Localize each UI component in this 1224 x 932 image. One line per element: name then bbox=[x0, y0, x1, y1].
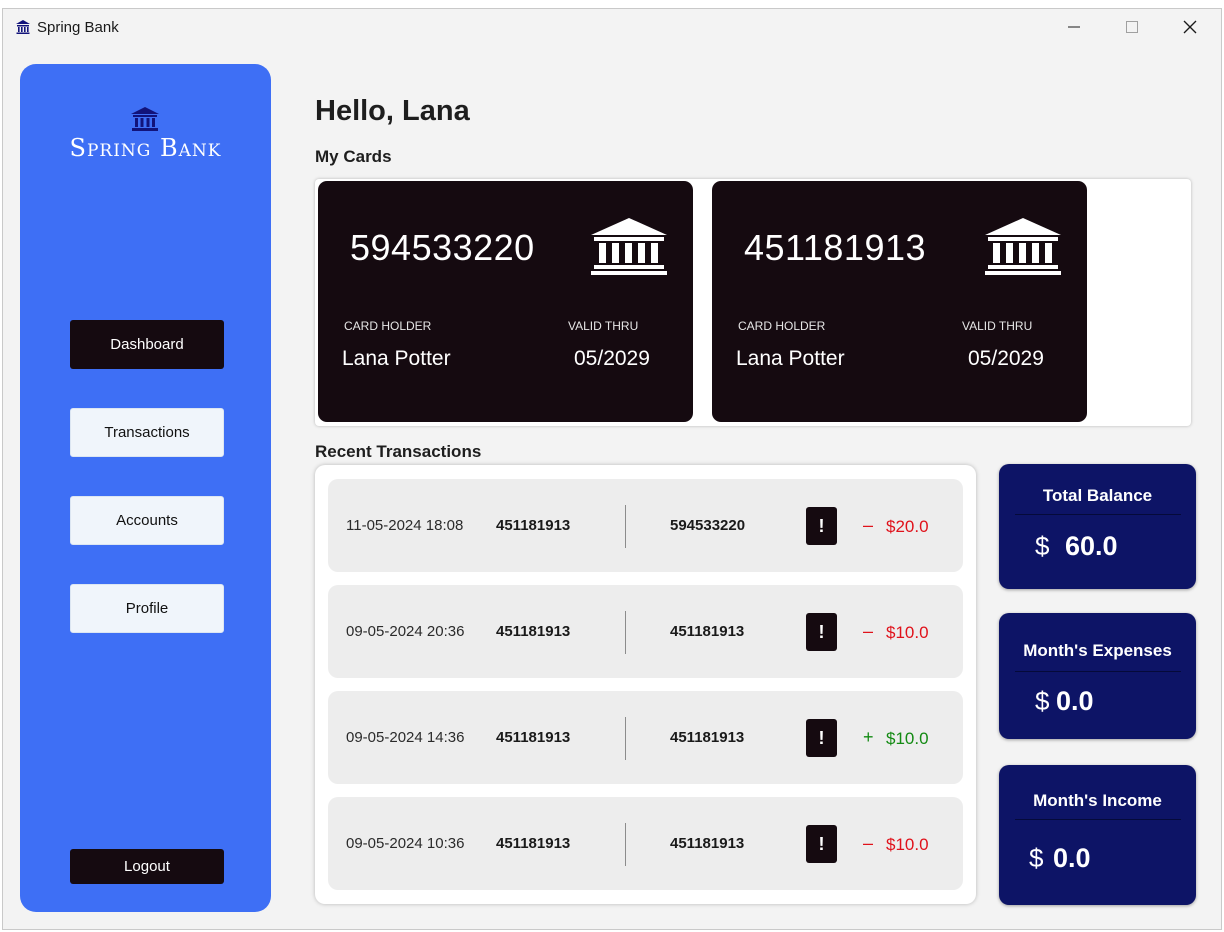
card-holder-name: Lana Potter bbox=[736, 347, 845, 370]
month-expenses-value: 0.0 bbox=[1056, 686, 1094, 716]
transaction-date: 09-05-2024 10:36 bbox=[346, 835, 465, 852]
bank-logo-icon bbox=[131, 107, 159, 131]
transaction-sign: + bbox=[863, 727, 874, 747]
transaction-row[interactable]: 09-05-2024 10:36 451181913 451181913 ! –… bbox=[328, 797, 963, 890]
transaction-alert-button[interactable]: ! bbox=[806, 825, 837, 863]
transaction-alert-button[interactable]: ! bbox=[806, 719, 837, 757]
sidebar: Spring Bank Dashboard Transactions Accou… bbox=[20, 64, 271, 912]
transaction-amount: $10.0 bbox=[886, 835, 929, 854]
nav-dashboard-button[interactable]: Dashboard bbox=[70, 320, 224, 369]
transaction-alert-button[interactable]: ! bbox=[806, 613, 837, 651]
card-holder-name: Lana Potter bbox=[342, 347, 451, 370]
close-button[interactable] bbox=[1161, 9, 1219, 45]
transaction-sign: – bbox=[863, 621, 874, 641]
transaction-from-account: 451181913 bbox=[496, 517, 571, 534]
divider bbox=[625, 717, 626, 760]
divider bbox=[1015, 671, 1181, 672]
minimize-icon bbox=[1068, 26, 1080, 28]
bank-icon bbox=[985, 218, 1061, 275]
maximize-button[interactable] bbox=[1103, 9, 1161, 45]
bank-card[interactable]: 451181913 CARD HOLDER VALID THRU Lana Po… bbox=[712, 181, 1087, 422]
divider bbox=[1015, 514, 1181, 515]
card-number: 594533220 bbox=[350, 227, 535, 268]
card-holder-label: CARD HOLDER bbox=[738, 319, 826, 333]
month-income-title: Month's Income bbox=[1033, 791, 1162, 810]
currency-symbol: $ bbox=[1035, 686, 1050, 716]
card-expiry: 05/2029 bbox=[968, 347, 1044, 370]
transaction-date: 09-05-2024 14:36 bbox=[346, 729, 465, 746]
transaction-row[interactable]: 11-05-2024 18:08 451181913 594533220 ! –… bbox=[328, 479, 963, 572]
divider bbox=[625, 611, 626, 654]
transactions-panel: 11-05-2024 18:08 451181913 594533220 ! –… bbox=[315, 465, 976, 904]
card-number: 451181913 bbox=[744, 227, 927, 268]
nav-accounts-button[interactable]: Accounts bbox=[70, 496, 224, 545]
divider bbox=[1015, 819, 1181, 820]
transaction-from-account: 451181913 bbox=[496, 729, 571, 746]
divider bbox=[625, 505, 626, 548]
nav-profile-button[interactable]: Profile bbox=[70, 584, 224, 633]
transaction-from-account: 451181913 bbox=[496, 835, 571, 852]
close-icon bbox=[1183, 20, 1197, 34]
transaction-amount: $10.0 bbox=[886, 729, 929, 748]
month-income-card: Month's Income $ 0.0 bbox=[999, 765, 1196, 905]
transaction-to-account: 451181913 bbox=[670, 835, 745, 852]
transaction-alert-button[interactable]: ! bbox=[806, 507, 837, 545]
app-window: Spring Bank Spring Bank Dashboard Transa… bbox=[2, 8, 1222, 930]
window-title: Spring Bank bbox=[37, 19, 119, 36]
transaction-sign: – bbox=[863, 833, 874, 853]
transaction-from-account: 451181913 bbox=[496, 623, 571, 640]
valid-thru-label: VALID THRU bbox=[962, 319, 1033, 333]
brand-logo-text: Spring Bank bbox=[69, 134, 222, 162]
card-holder-label: CARD HOLDER bbox=[344, 319, 432, 333]
transaction-amount: $10.0 bbox=[886, 623, 929, 642]
my-cards-heading: My Cards bbox=[315, 147, 392, 166]
greeting-heading: Hello, Lana bbox=[315, 95, 470, 127]
recent-transactions-heading: Recent Transactions bbox=[315, 442, 482, 461]
bank-icon bbox=[591, 218, 667, 275]
transaction-date: 11-05-2024 18:08 bbox=[346, 517, 464, 534]
card-expiry: 05/2029 bbox=[574, 347, 650, 370]
transaction-to-account: 594533220 bbox=[670, 517, 746, 534]
transaction-to-account: 451181913 bbox=[670, 623, 745, 640]
transaction-date: 09-05-2024 20:36 bbox=[346, 623, 465, 640]
currency-symbol: $ bbox=[1029, 843, 1044, 873]
month-expenses-card: Month's Expenses $ 0.0 bbox=[999, 613, 1196, 739]
minimize-button[interactable] bbox=[1045, 9, 1103, 45]
divider bbox=[625, 823, 626, 866]
cards-panel: 594533220 CARD HOLDER VALID THRU Lana Po… bbox=[315, 179, 1191, 426]
currency-symbol: $ bbox=[1035, 531, 1050, 561]
maximize-icon bbox=[1126, 21, 1138, 33]
valid-thru-label: VALID THRU bbox=[568, 319, 639, 333]
total-balance-card: Total Balance $ 60.0 bbox=[999, 464, 1196, 589]
transaction-sign: – bbox=[863, 515, 874, 535]
nav-transactions-button[interactable]: Transactions bbox=[70, 408, 224, 457]
month-income-value: 0.0 bbox=[1053, 843, 1091, 873]
transaction-row[interactable]: 09-05-2024 14:36 451181913 451181913 ! +… bbox=[328, 691, 963, 784]
title-bar: Spring Bank bbox=[3, 9, 1221, 49]
month-expenses-title: Month's Expenses bbox=[1023, 641, 1172, 660]
transaction-amount: $20.0 bbox=[886, 517, 929, 536]
logout-button[interactable]: Logout bbox=[70, 849, 224, 884]
transaction-row[interactable]: 09-05-2024 20:36 451181913 451181913 ! –… bbox=[328, 585, 963, 678]
total-balance-title: Total Balance bbox=[1042, 486, 1153, 505]
bank-card[interactable]: 594533220 CARD HOLDER VALID THRU Lana Po… bbox=[318, 181, 693, 422]
total-balance-value: 60.0 bbox=[1065, 531, 1118, 561]
transaction-to-account: 451181913 bbox=[670, 729, 745, 746]
bank-icon bbox=[16, 20, 30, 34]
